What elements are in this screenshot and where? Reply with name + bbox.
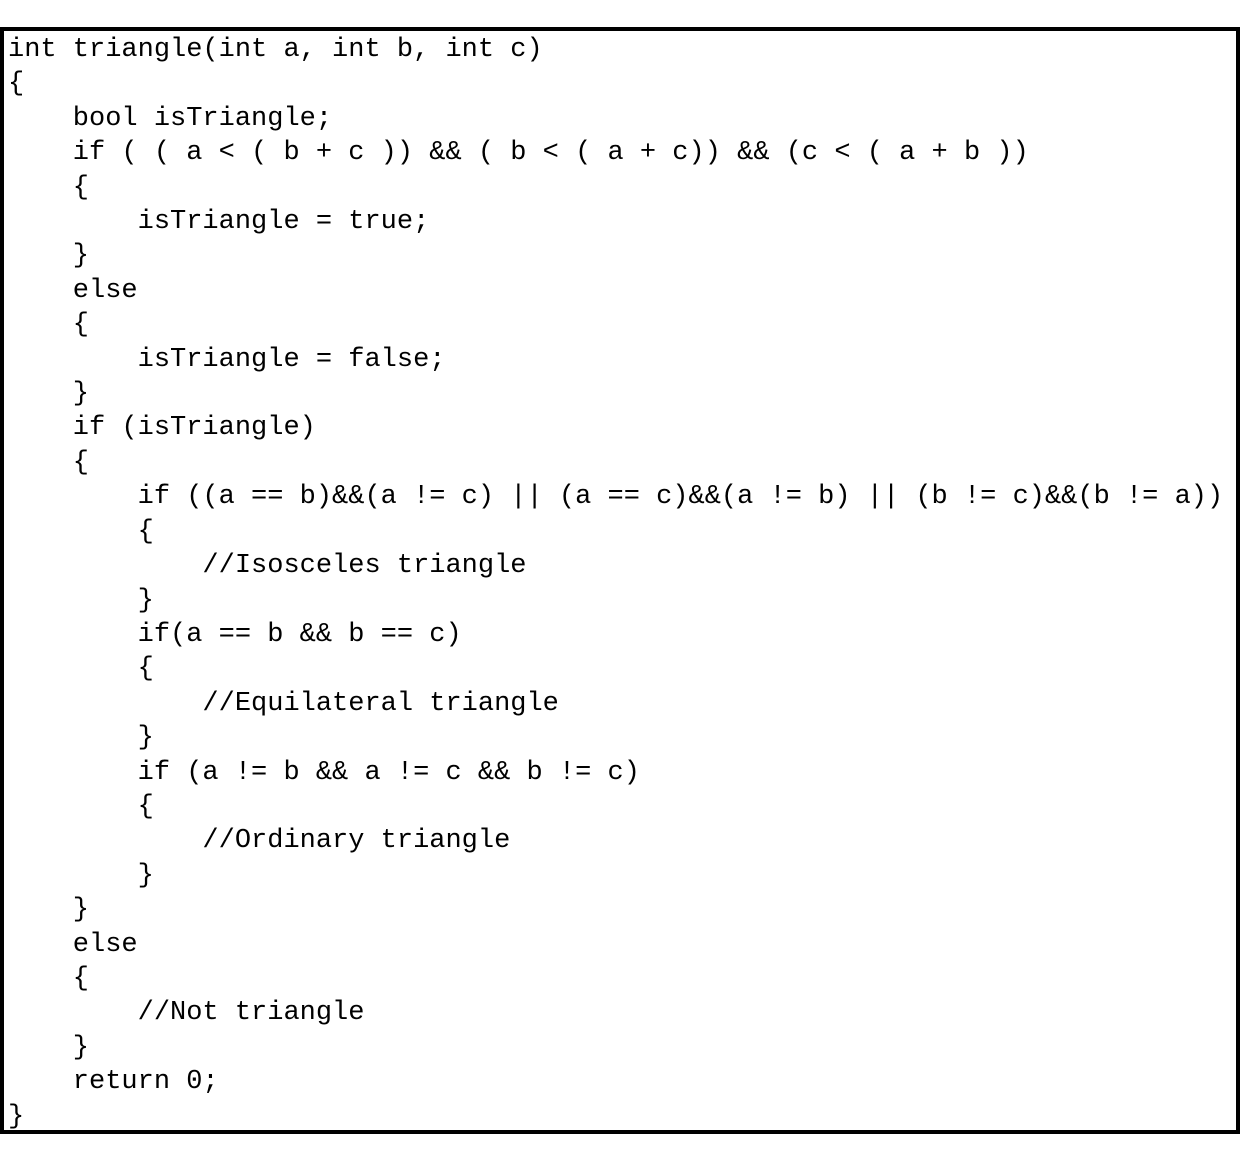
code-listing: int triangle(int a, int b, int c) { bool… <box>0 27 1240 1134</box>
